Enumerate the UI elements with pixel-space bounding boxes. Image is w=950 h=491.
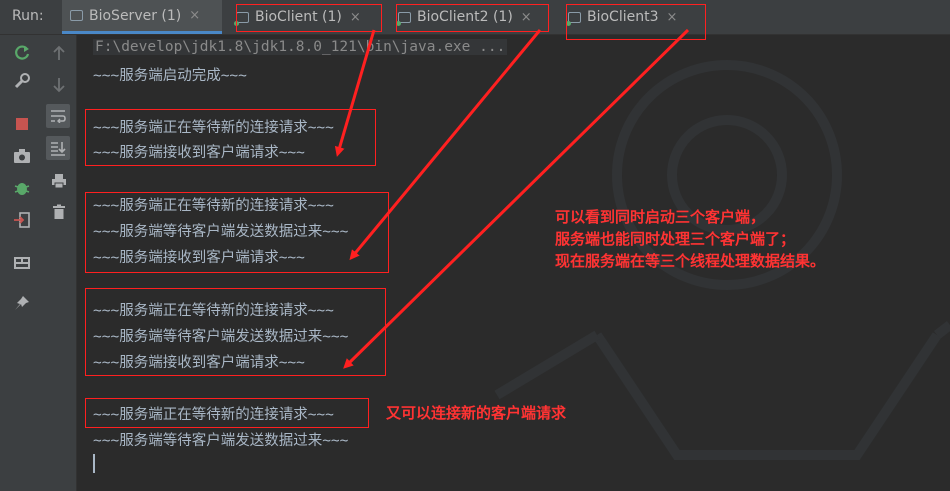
run-toolbar-left xyxy=(0,35,42,491)
command-line: F:\develop\jdk1.8\jdk1.8.0_121\bin\java.… xyxy=(93,39,508,55)
pin-icon[interactable] xyxy=(10,291,34,315)
annotation-box-group-1 xyxy=(85,109,376,166)
console-line: ~~~服务端启动完成~~~ xyxy=(93,68,247,84)
run-label: Run: xyxy=(12,8,44,24)
scroll-to-end-icon[interactable] xyxy=(46,136,70,160)
close-icon[interactable]: × xyxy=(189,8,200,23)
annotation-note-concurrent: 可以看到同时启动三个客户端， 服务端也能同时处理三个客户端了； 现在服务端在等三… xyxy=(555,206,825,272)
console-icon xyxy=(70,10,83,21)
soft-wrap-icon[interactable] xyxy=(46,104,70,128)
annotation-box-group-3 xyxy=(85,288,386,376)
annotation-box-new-request xyxy=(85,398,369,428)
console-toolbar xyxy=(42,35,77,491)
text-cursor xyxy=(93,454,95,473)
annotation-box-group-2 xyxy=(85,192,389,273)
exit-icon[interactable] xyxy=(10,208,34,232)
note-line: 可以看到同时启动三个客户端， xyxy=(555,208,766,226)
settings-wrench-icon[interactable] xyxy=(10,69,34,93)
annotation-box-tab-bioclient2 xyxy=(396,4,549,32)
layout-icon[interactable] xyxy=(10,251,34,275)
tab-label: BioServer (1) xyxy=(89,7,182,24)
rerun-icon[interactable] xyxy=(10,41,34,65)
debug-bug-icon[interactable] xyxy=(10,176,34,200)
camera-icon[interactable] xyxy=(10,144,34,168)
command-text: F:\develop\jdk1.8\jdk1.8.0_121\bin\java.… xyxy=(93,39,508,55)
note-line: 服务端也能同时处理三个客户端了； xyxy=(555,230,796,248)
annotation-box-tab-bioclient xyxy=(236,4,382,32)
ide-run-window: Run: BioServer (1) × BioClient (1) × Bio… xyxy=(0,0,950,491)
tab-bioserver[interactable]: BioServer (1) × xyxy=(62,0,222,34)
down-arrow-icon[interactable] xyxy=(47,73,71,97)
stop-icon[interactable] xyxy=(10,112,34,136)
print-icon[interactable] xyxy=(47,169,71,193)
annotation-box-tab-bioclient3 xyxy=(566,4,706,40)
note-line: 现在服务端在等三个线程处理数据结果。 xyxy=(555,252,826,270)
trash-icon[interactable] xyxy=(47,200,71,224)
annotation-note-new-request: 又可以连接新的客户端请求 xyxy=(386,404,567,422)
up-arrow-icon[interactable] xyxy=(47,41,71,65)
console-line: ~~~服务端等待客户端发送数据过来~~~ xyxy=(93,433,349,449)
